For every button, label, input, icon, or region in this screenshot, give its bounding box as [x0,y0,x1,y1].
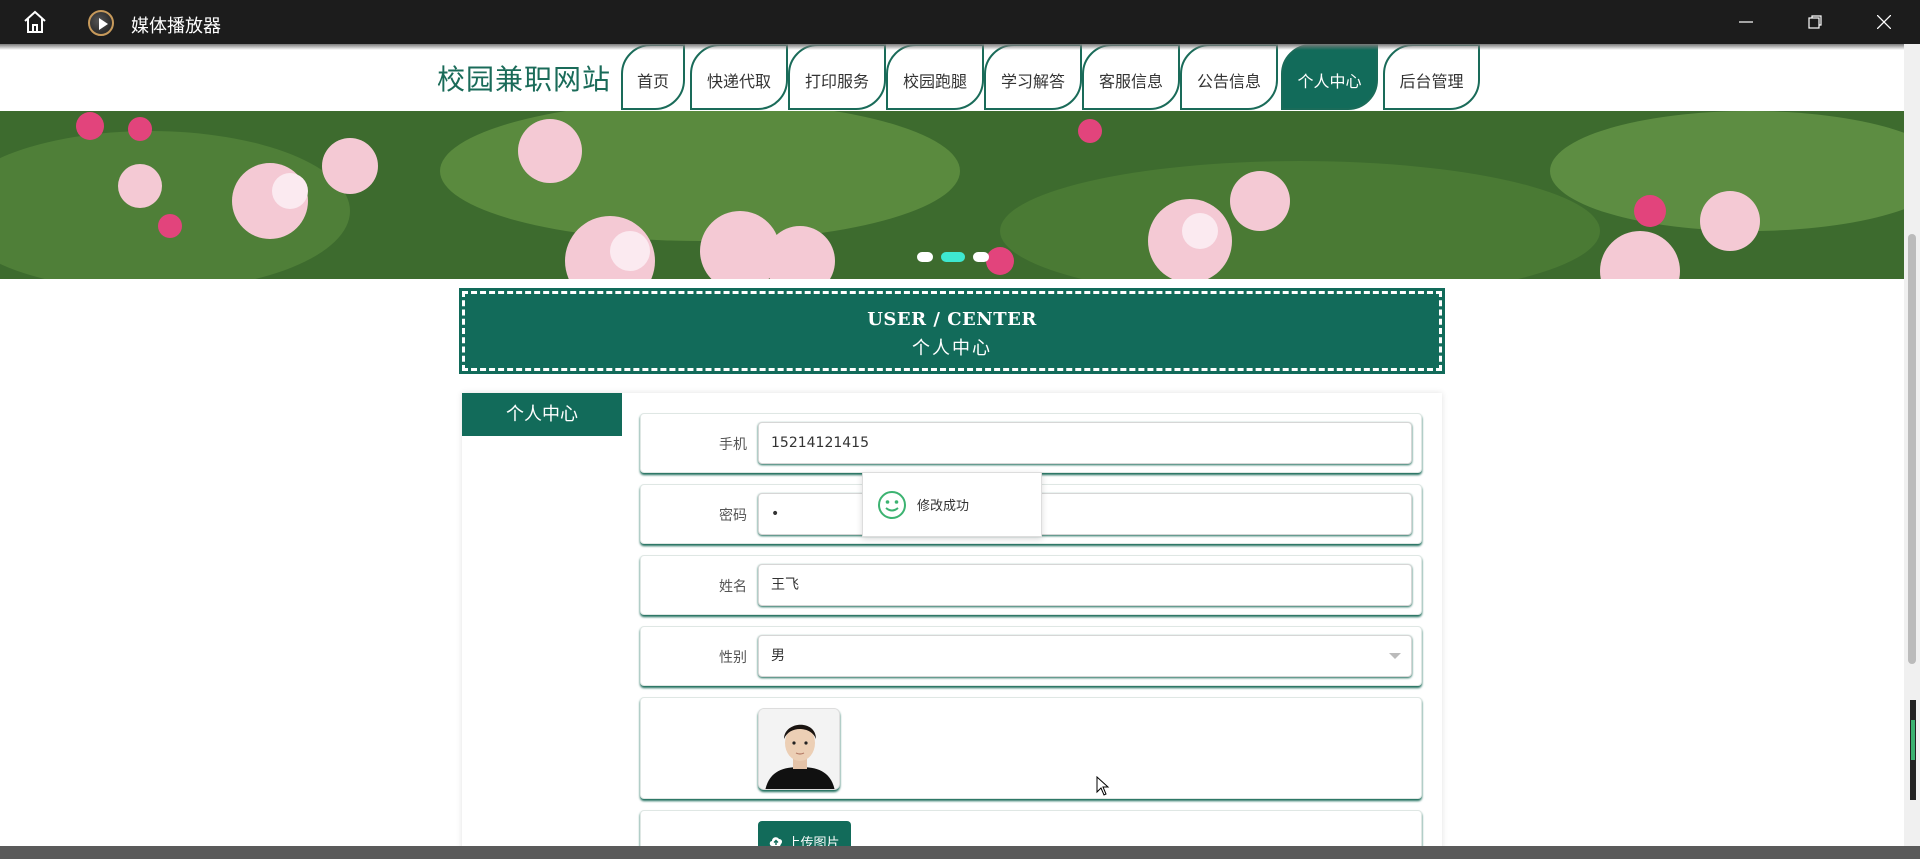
home-icon[interactable] [22,10,48,34]
upload-image-button[interactable]: 上传图片 [758,821,851,846]
nav-item-errand[interactable]: 校园跑腿 [886,44,984,110]
nav-item-notice[interactable]: 公告信息 [1180,44,1278,110]
mouse-cursor [1096,775,1110,800]
carousel-dot-2[interactable] [941,252,965,262]
chevron-down-icon [1389,653,1401,659]
restore-button[interactable] [1781,0,1849,44]
upload-row: 上传图片 [640,810,1422,846]
nav-item-home[interactable]: 首页 [621,44,685,110]
title-bar: 媒体播放器 [0,0,1920,44]
name-row: 姓名 王飞 [640,555,1422,615]
gender-row: 性别 男 [640,626,1422,686]
password-label: 密码 [719,508,747,524]
minimize-button[interactable] [1712,0,1780,44]
name-label: 姓名 [719,579,747,595]
sidebar-title[interactable]: 个人中心 [462,393,622,436]
scroll-indicator-highlight [1911,720,1915,760]
bottom-bar [0,846,1920,859]
gender-value: 男 [771,648,785,664]
section-header: USER / CENTER 个人中心 [459,288,1445,374]
window-title: 媒体播放器 [131,16,221,37]
nav-item-express[interactable]: 快递代取 [690,44,788,110]
site-logo[interactable]: 校园兼职网站 [437,58,611,98]
nav-item-support[interactable]: 客服信息 [1082,44,1180,110]
section-title-en: USER / CENTER [867,309,1037,330]
nav-item-admin[interactable]: 后台管理 [1383,44,1480,110]
nav-item-user-center[interactable]: 个人中心 [1281,44,1378,110]
top-nav: 校园兼职网站 首页 快递代取 打印服务 校园跑腿 学习解答 客服信息 公告信息 … [0,44,1904,110]
user-center-panel: 个人中心 手机 15214121415 密码 • 姓名 王飞 性别 男 上传图片 [462,393,1442,846]
smile-icon [878,490,906,519]
nav-item-print[interactable]: 打印服务 [788,44,886,110]
gender-label: 性别 [719,650,747,666]
success-toast: 修改成功 [862,472,1042,537]
scrollbar-thumb[interactable] [1908,234,1916,664]
section-title-cn: 个人中心 [912,338,992,359]
phone-row: 手机 15214121415 [640,413,1422,473]
upload-image-label: 上传图片 [787,835,840,847]
name-input[interactable]: 王飞 [758,564,1412,606]
close-button[interactable] [1850,0,1918,44]
password-input[interactable]: • [758,493,1412,535]
nav-item-study[interactable]: 学习解答 [984,44,1082,110]
cloud-upload-icon [770,837,783,846]
toast-message: 修改成功 [917,499,970,514]
phone-input[interactable]: 15214121415 [758,422,1412,464]
avatar [758,708,840,790]
phone-label: 手机 [719,437,747,453]
carousel-dot-1[interactable] [917,252,933,262]
avatar-row [640,697,1422,799]
gender-select[interactable]: 男 [758,635,1412,677]
page-content: 校园兼职网站 首页 快递代取 打印服务 校园跑腿 学习解答 客服信息 公告信息 … [0,44,1904,846]
carousel-dot-3[interactable] [973,252,989,262]
scroll-shadow [0,44,1904,50]
media-player-icon [88,10,114,36]
banner-carousel[interactable] [0,111,1904,279]
carousel-dots [917,252,989,262]
